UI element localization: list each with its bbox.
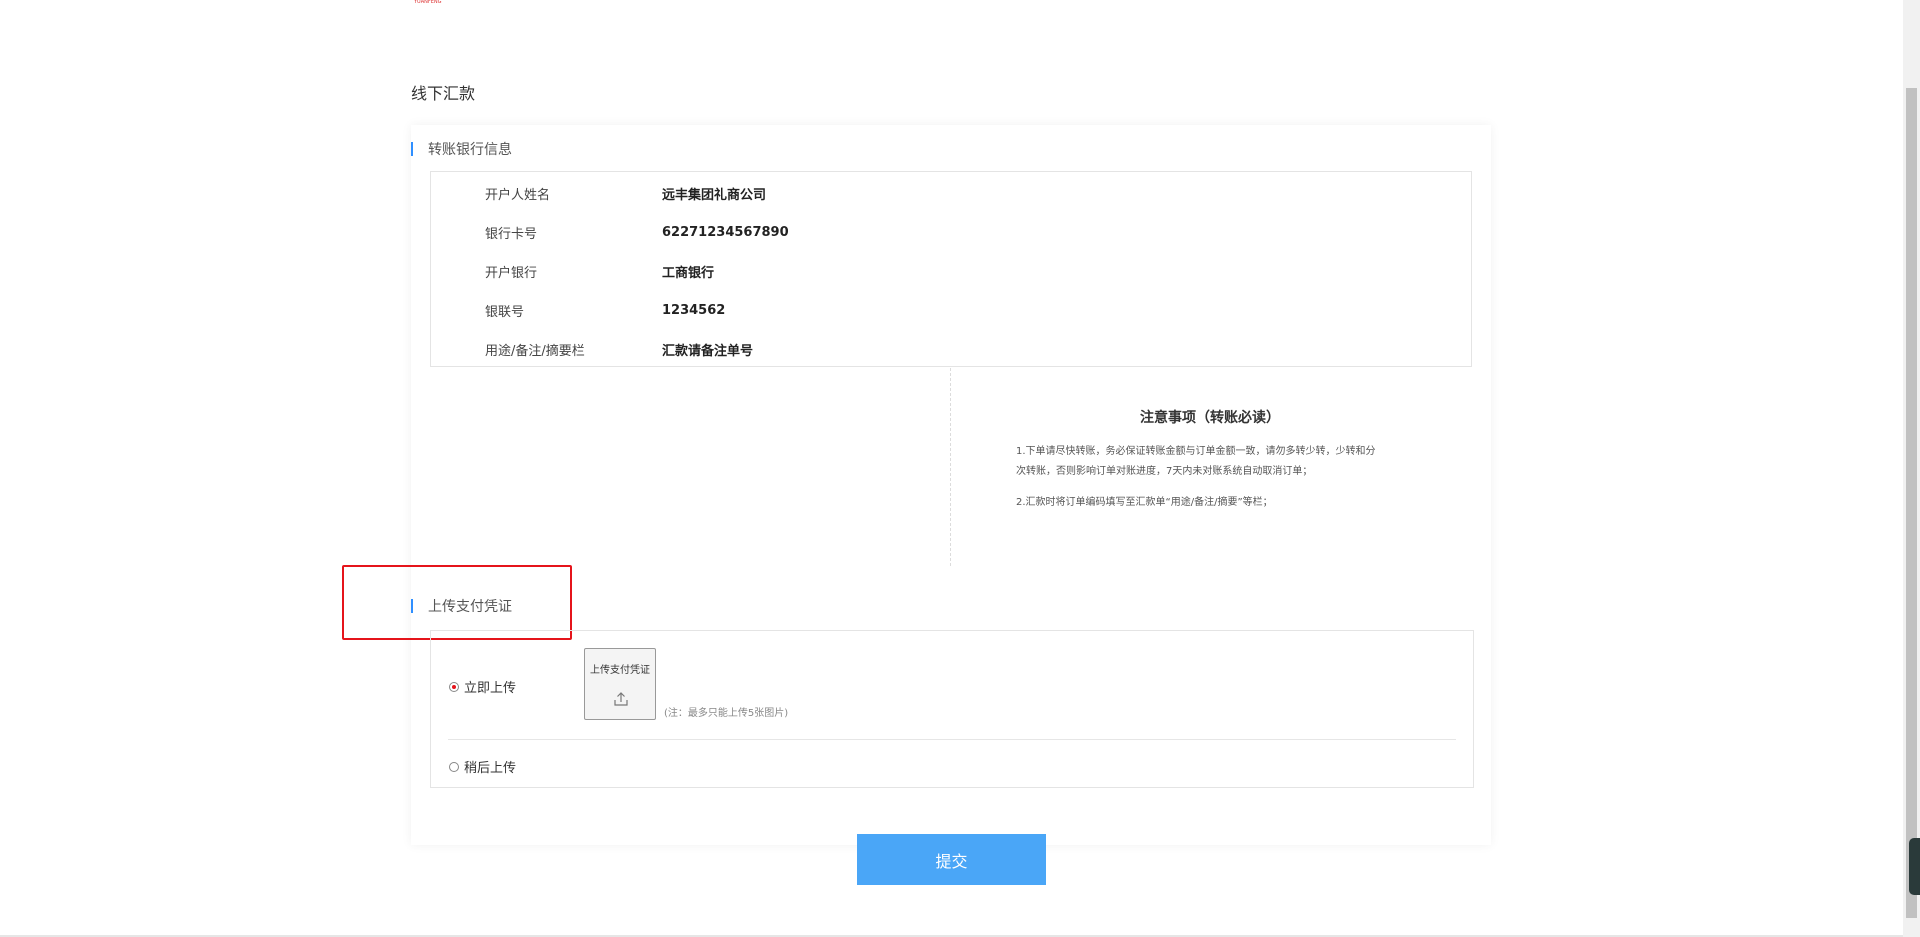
bank-row-unionpay-number: 银联号 1234562: [431, 300, 1471, 320]
notice-line-2: 2.汇款时将订单编码填写至汇款单“用途/备注/摘要”等栏；: [1016, 497, 1273, 508]
brand-logo[interactable]: YUANFENG: [414, 0, 460, 4]
bank-row-remark: 用途/备注/摘要栏 汇款请备注单号: [431, 339, 1471, 359]
upload-section-title: 上传支付凭证: [428, 599, 512, 615]
bank-section-header: 转账银行信息: [411, 140, 512, 158]
radio-checked-icon[interactable]: [449, 681, 459, 692]
page-title: 线下汇款: [411, 84, 476, 103]
upload-voucher-button[interactable]: 上传支付凭证: [584, 648, 656, 720]
bank-label: 银联号: [485, 304, 525, 320]
bank-label: 开户银行: [485, 265, 538, 281]
bank-row-bank-name: 开户银行 工商银行: [431, 261, 1471, 281]
section-accent-bar: [411, 599, 413, 613]
offline-payment-page: YUANFENG 线下汇款 转账银行信息 开户人姓名 远丰集团礼商公司 银行卡号…: [0, 0, 1920, 937]
upload-section-header: 上传支付凭证: [411, 597, 512, 615]
vertical-divider: [950, 368, 951, 566]
upload-button-label: 上传支付凭证: [590, 665, 650, 676]
bank-label: 银行卡号: [485, 226, 538, 242]
bank-info-table: 开户人姓名 远丰集团礼商公司 银行卡号 62271234567890 开户银行 …: [430, 171, 1472, 367]
radio-label: 立即上传: [464, 681, 517, 696]
bank-section-title: 转账银行信息: [428, 142, 512, 158]
bank-value: 工商银行: [662, 265, 715, 281]
bank-row-account-name: 开户人姓名 远丰集团礼商公司: [431, 183, 1471, 203]
bank-value: 汇款请备注单号: [662, 343, 754, 359]
upload-icon: [614, 692, 628, 706]
notice-title: 注意事项（转账必读）: [1140, 410, 1280, 426]
bank-value: 远丰集团礼商公司: [662, 187, 767, 203]
notice-line-1b: 次转账，否则影响订单对账进度，7天内未对账系统自动取消订单；: [1016, 466, 1313, 477]
radio-label: 稍后上传: [464, 761, 517, 776]
side-floating-widget[interactable]: [1909, 838, 1920, 895]
bank-label: 用途/备注/摘要栏: [485, 343, 585, 359]
bank-label: 开户人姓名: [485, 187, 551, 203]
radio-upload-now[interactable]: 立即上传: [449, 677, 516, 696]
radio-unchecked-icon[interactable]: [449, 761, 459, 772]
upload-note: (注：最多只能上传5张图片): [664, 708, 789, 719]
notice-line-1a: 1.下单请尽快转账，务必保证转账金额与订单金额一致，请勿多转少转，少转和分: [1016, 446, 1376, 457]
bank-row-card-number: 银行卡号 62271234567890: [431, 222, 1471, 242]
options-separator: [448, 739, 1456, 740]
bank-value: 1234562: [662, 302, 726, 318]
section-accent-bar: [411, 142, 413, 156]
radio-upload-later[interactable]: 稍后上传: [449, 757, 516, 776]
bank-value: 62271234567890: [662, 224, 789, 240]
submit-button[interactable]: 提交: [857, 834, 1046, 885]
scrollbar-thumb[interactable]: [1906, 88, 1917, 918]
